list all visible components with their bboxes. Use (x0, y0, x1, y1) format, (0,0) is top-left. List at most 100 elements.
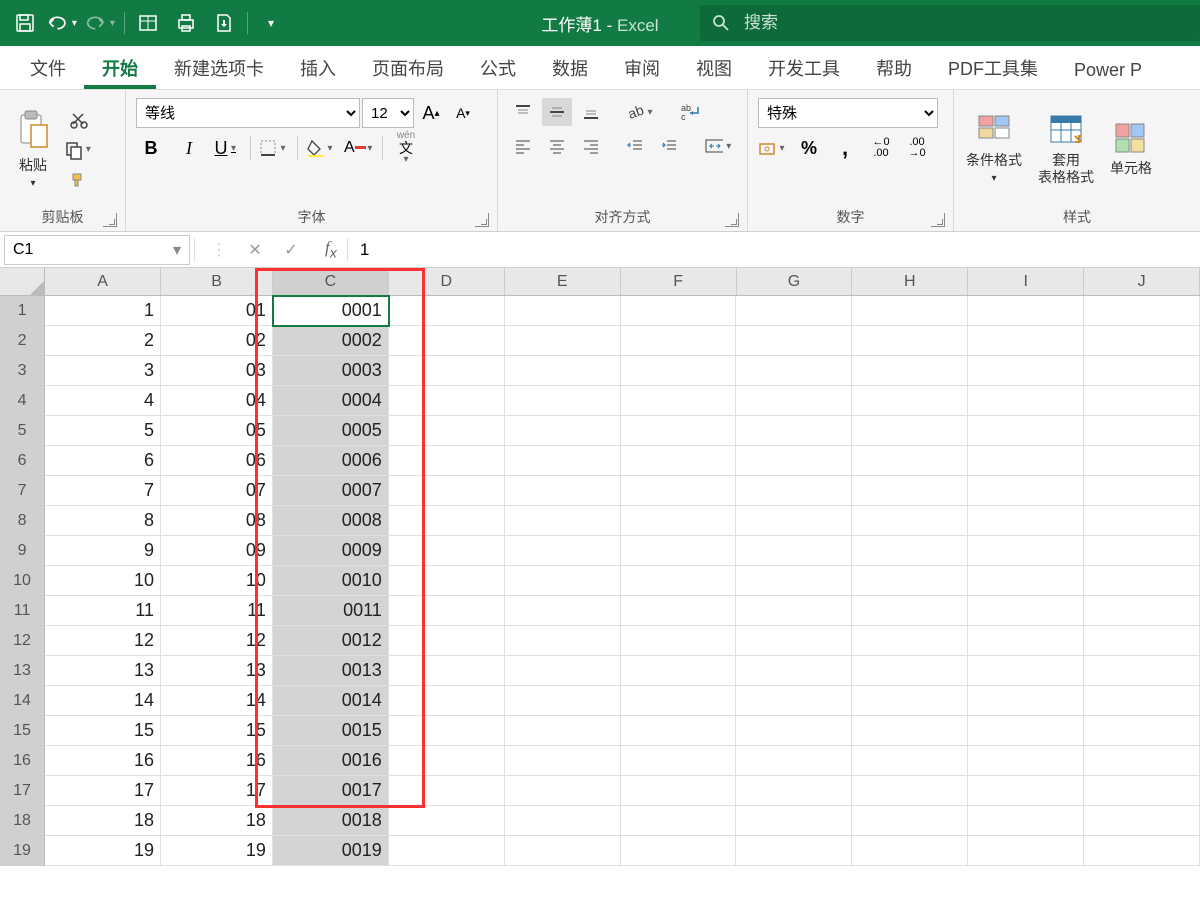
cell-B1[interactable]: 01 (161, 296, 273, 326)
cell-A16[interactable]: 16 (45, 746, 161, 776)
align-bottom-icon[interactable] (576, 98, 606, 126)
cell-C19[interactable]: 0019 (273, 836, 389, 866)
cell-A13[interactable]: 13 (45, 656, 161, 686)
cell-H12[interactable] (852, 626, 968, 656)
orientation-button[interactable]: ab▾ (626, 98, 656, 126)
wrap-text-button[interactable]: abc (676, 98, 706, 126)
cell-H13[interactable] (852, 656, 968, 686)
cell-F2[interactable] (621, 326, 737, 356)
cell-C5[interactable]: 0005 (273, 416, 389, 446)
row-header-17[interactable]: 17 (0, 776, 45, 806)
bold-button[interactable]: B (136, 134, 166, 162)
phonetic-button[interactable]: wén文▾ (391, 134, 421, 162)
align-right-icon[interactable] (576, 132, 606, 160)
row-header-14[interactable]: 14 (0, 686, 45, 716)
col-header-H[interactable]: H (852, 268, 968, 295)
name-box[interactable]: C1 ▾ (4, 235, 190, 265)
search-input[interactable] (744, 13, 1188, 33)
cell-A11[interactable]: 11 (45, 596, 161, 626)
cell-B6[interactable]: 06 (161, 446, 273, 476)
search-box[interactable] (700, 5, 1200, 41)
cell-G9[interactable] (736, 536, 852, 566)
cell-A8[interactable]: 8 (45, 506, 161, 536)
font-name-select[interactable]: 等线 (136, 98, 360, 128)
cell-E11[interactable] (505, 596, 621, 626)
cell-E4[interactable] (505, 386, 621, 416)
cell-E12[interactable] (505, 626, 621, 656)
cell-J6[interactable] (1084, 446, 1200, 476)
cell-I15[interactable] (968, 716, 1084, 746)
clipboard-dialog-icon[interactable] (103, 213, 117, 227)
cell-G11[interactable] (736, 596, 852, 626)
cell-A2[interactable]: 2 (45, 326, 161, 356)
copy-button[interactable]: ▾ (64, 136, 94, 164)
cell-B10[interactable]: 10 (161, 566, 273, 596)
cell-E1[interactable] (505, 296, 621, 326)
row-header-4[interactable]: 4 (0, 386, 45, 416)
comma-button[interactable]: , (830, 134, 860, 162)
cell-H18[interactable] (852, 806, 968, 836)
cell-F7[interactable] (621, 476, 737, 506)
cell-G19[interactable] (736, 836, 852, 866)
cell-A14[interactable]: 14 (45, 686, 161, 716)
cell-D19[interactable] (389, 836, 505, 866)
cell-J4[interactable] (1084, 386, 1200, 416)
cell-E2[interactable] (505, 326, 621, 356)
cell-A3[interactable]: 3 (45, 356, 161, 386)
cell-J11[interactable] (1084, 596, 1200, 626)
cell-G14[interactable] (736, 686, 852, 716)
qat-icon-1[interactable] (131, 7, 165, 39)
cell-D5[interactable] (389, 416, 505, 446)
row-header-15[interactable]: 15 (0, 716, 45, 746)
cell-F12[interactable] (621, 626, 737, 656)
currency-button[interactable]: ▾ (758, 134, 788, 162)
cell-H19[interactable] (852, 836, 968, 866)
format-painter-button[interactable] (64, 166, 94, 194)
cell-B2[interactable]: 02 (161, 326, 273, 356)
align-center-icon[interactable] (542, 132, 572, 160)
cell-J16[interactable] (1084, 746, 1200, 776)
cell-G6[interactable] (736, 446, 852, 476)
cell-E7[interactable] (505, 476, 621, 506)
cell-E13[interactable] (505, 656, 621, 686)
cut-button[interactable] (64, 106, 94, 134)
row-header-19[interactable]: 19 (0, 836, 45, 866)
cell-G18[interactable] (736, 806, 852, 836)
cell-C6[interactable]: 0006 (273, 446, 389, 476)
cell-C3[interactable]: 0003 (273, 356, 389, 386)
cell-E8[interactable] (505, 506, 621, 536)
cell-G2[interactable] (736, 326, 852, 356)
cell-C15[interactable]: 0015 (273, 716, 389, 746)
cell-A19[interactable]: 19 (45, 836, 161, 866)
cell-E15[interactable] (505, 716, 621, 746)
underline-button[interactable]: U▾ (212, 134, 242, 162)
cell-H2[interactable] (852, 326, 968, 356)
cell-G17[interactable] (736, 776, 852, 806)
print-icon[interactable] (169, 7, 203, 39)
cell-J13[interactable] (1084, 656, 1200, 686)
cell-J7[interactable] (1084, 476, 1200, 506)
cell-J15[interactable] (1084, 716, 1200, 746)
cell-I14[interactable] (968, 686, 1084, 716)
cell-C16[interactable]: 0016 (273, 746, 389, 776)
col-header-D[interactable]: D (389, 268, 505, 295)
cell-J17[interactable] (1084, 776, 1200, 806)
font-dialog-icon[interactable] (475, 213, 489, 227)
row-header-6[interactable]: 6 (0, 446, 45, 476)
cell-G3[interactable] (736, 356, 852, 386)
cell-C9[interactable]: 0009 (273, 536, 389, 566)
cell-J9[interactable] (1084, 536, 1200, 566)
cell-J8[interactable] (1084, 506, 1200, 536)
cell-H1[interactable] (852, 296, 968, 326)
cell-A10[interactable]: 10 (45, 566, 161, 596)
cell-F4[interactable] (621, 386, 737, 416)
cell-C12[interactable]: 0012 (273, 626, 389, 656)
row-header-7[interactable]: 7 (0, 476, 45, 506)
cell-D13[interactable] (389, 656, 505, 686)
cell-I17[interactable] (968, 776, 1084, 806)
decrease-decimal-icon[interactable]: .00→0 (902, 134, 932, 162)
cell-D10[interactable] (389, 566, 505, 596)
cell-H6[interactable] (852, 446, 968, 476)
cell-G12[interactable] (736, 626, 852, 656)
qat-customize[interactable]: ▾ (254, 7, 288, 39)
